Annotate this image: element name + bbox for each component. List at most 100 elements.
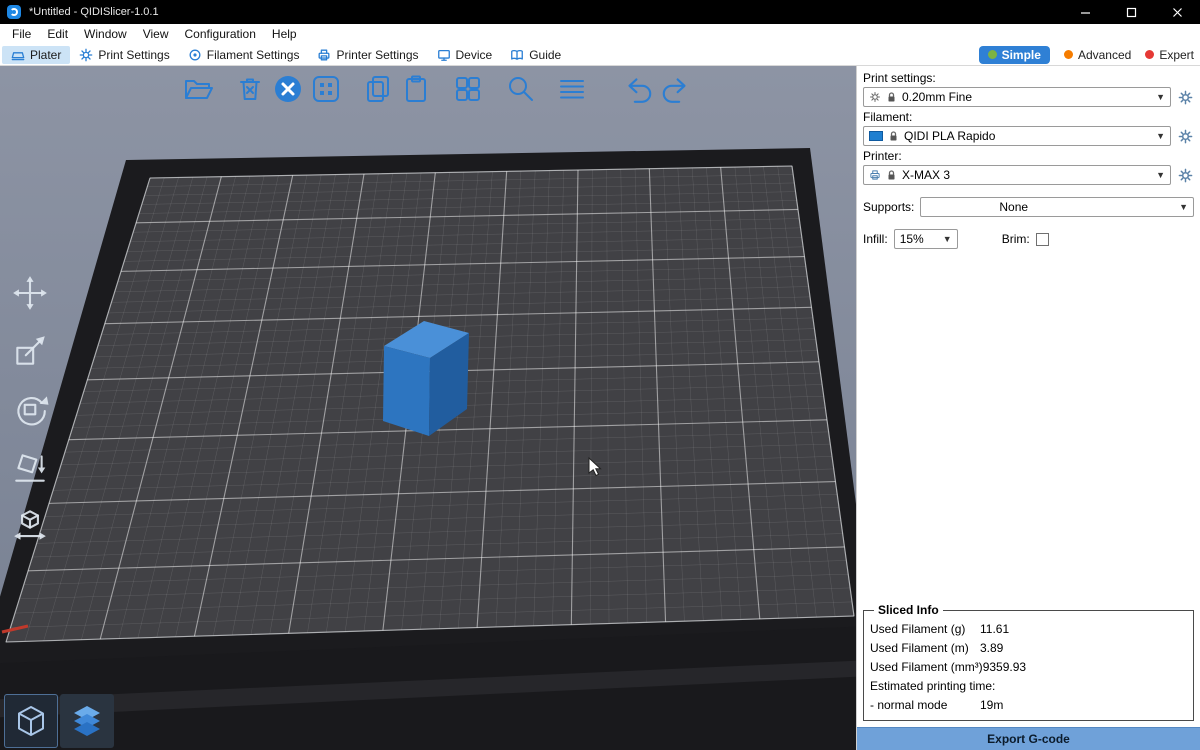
paste-clipboard-icon (400, 73, 432, 105)
mode-selector: Simple Advanced Expert (979, 46, 1194, 64)
supports-label: Supports: (863, 200, 914, 214)
close-button[interactable] (1154, 0, 1200, 24)
tab-label: Print Settings (98, 48, 169, 62)
supports-combo[interactable]: None ▼ (920, 197, 1194, 217)
tab-printer-settings[interactable]: Printer Settings (308, 46, 427, 64)
print-settings-gear-button[interactable] (1176, 88, 1194, 106)
menu-edit[interactable]: Edit (39, 24, 76, 44)
printer-combo[interactable]: X-MAX 3 ▼ (863, 165, 1171, 185)
move-tool-button[interactable] (8, 271, 52, 315)
lock-icon (886, 91, 897, 103)
copy-button[interactable] (360, 71, 396, 107)
chevron-down-icon: ▼ (1156, 93, 1165, 102)
menu-window[interactable]: Window (76, 24, 135, 44)
advanced-mode-dot-icon (1064, 50, 1073, 59)
menubar: File Edit Window View Configuration Help (0, 24, 1200, 44)
cut-tool-button[interactable] (8, 503, 52, 547)
mode-expert[interactable]: Expert (1145, 48, 1194, 62)
undo-button[interactable] (620, 71, 656, 107)
delete-all-circle-x-icon (272, 73, 304, 105)
printer-icon (317, 48, 331, 62)
infill-combo[interactable]: 15% ▼ (894, 229, 958, 249)
gear-icon (1178, 168, 1193, 183)
split-objects-button[interactable] (450, 71, 486, 107)
sliced-info-panel: Sliced Info Used Filament (g) 11.61 Used… (863, 603, 1194, 721)
filament-color-swatch (869, 131, 883, 141)
view-switch (4, 694, 114, 748)
filament-spool-icon (188, 48, 202, 62)
arrange-icon (310, 73, 342, 105)
split-objects-icon (452, 73, 484, 105)
folder-open-icon (182, 73, 214, 105)
tab-label: Guide (529, 48, 561, 62)
variable-layer-height-button[interactable] (554, 71, 590, 107)
lock-icon (886, 169, 897, 181)
editor-3d-view-icon (11, 701, 51, 741)
gear-icon (1178, 90, 1193, 105)
supports-value: None (999, 200, 1028, 214)
preview-view-button[interactable] (60, 694, 114, 748)
mode-advanced[interactable]: Advanced (1064, 48, 1131, 62)
scale-tool-button[interactable] (8, 329, 52, 373)
settings-sidebar: Print settings: 0.20mm Fine ▼ Filament: … (856, 66, 1200, 750)
window-title: *Untitled - QIDISlicer-1.0.1 (29, 6, 1062, 18)
delete-all-button[interactable] (270, 71, 306, 107)
place-on-face-tool-button[interactable] (8, 445, 52, 489)
sliced-info-title: Sliced Info (874, 603, 943, 617)
search-button[interactable] (502, 71, 538, 107)
redo-button[interactable] (658, 71, 694, 107)
brim-checkbox[interactable] (1036, 233, 1049, 246)
gear-icon (869, 91, 881, 103)
copy-icon (362, 73, 394, 105)
sliced-info-row: Used Filament (m) 3.89 (870, 638, 1187, 657)
simple-mode-dot-icon (988, 50, 997, 59)
chevron-down-icon: ▼ (943, 235, 952, 244)
3d-viewport[interactable] (0, 66, 856, 750)
printer-gear-button[interactable] (1176, 166, 1194, 184)
filament-gear-button[interactable] (1176, 127, 1194, 145)
print-settings-combo[interactable]: 0.20mm Fine ▼ (863, 87, 1171, 107)
export-gcode-button[interactable]: Export G-code (857, 727, 1200, 750)
filament-value: QIDI PLA Rapido (904, 129, 995, 143)
maximize-button[interactable] (1108, 0, 1154, 24)
minimize-button[interactable] (1062, 0, 1108, 24)
open-file-button[interactable] (180, 71, 216, 107)
tab-label: Printer Settings (336, 48, 418, 62)
infill-label: Infill: (863, 232, 888, 246)
menu-help[interactable]: Help (264, 24, 305, 44)
undo-icon (621, 72, 655, 106)
menu-configuration[interactable]: Configuration (177, 24, 264, 44)
menu-file[interactable]: File (4, 24, 39, 44)
rotate-tool-button[interactable] (8, 387, 52, 431)
print-settings-label: Print settings: (863, 71, 1194, 85)
cut-tool-icon (11, 506, 49, 544)
tab-label: Filament Settings (207, 48, 300, 62)
chevron-down-icon: ▼ (1156, 171, 1165, 180)
mode-label: Expert (1159, 48, 1194, 62)
layer-height-icon (556, 73, 588, 105)
delete-button[interactable] (232, 71, 268, 107)
editor-view-button[interactable] (4, 694, 58, 748)
app-logo-icon (7, 5, 21, 19)
trash-delete-icon (234, 73, 266, 105)
plater-icon (11, 48, 25, 62)
chevron-down-icon: ▼ (1179, 203, 1188, 212)
tab-guide[interactable]: Guide (501, 46, 570, 64)
redo-icon (659, 72, 693, 106)
preview-layers-icon (67, 701, 107, 741)
mode-simple[interactable]: Simple (979, 46, 1050, 64)
tab-device[interactable]: Device (428, 46, 502, 64)
filament-label: Filament: (863, 110, 1194, 124)
arrange-button[interactable] (308, 71, 344, 107)
rotate-tool-icon (11, 390, 49, 428)
tab-plater[interactable]: Plater (2, 46, 70, 64)
search-icon (504, 73, 536, 105)
tab-print-settings[interactable]: Print Settings (70, 46, 178, 64)
paste-button[interactable] (398, 71, 434, 107)
viewport-canvas[interactable] (0, 66, 856, 750)
guide-book-icon (510, 48, 524, 62)
brim-label: Brim: (1002, 232, 1030, 246)
filament-combo[interactable]: QIDI PLA Rapido ▼ (863, 126, 1171, 146)
menu-view[interactable]: View (135, 24, 177, 44)
tab-filament-settings[interactable]: Filament Settings (179, 46, 309, 64)
